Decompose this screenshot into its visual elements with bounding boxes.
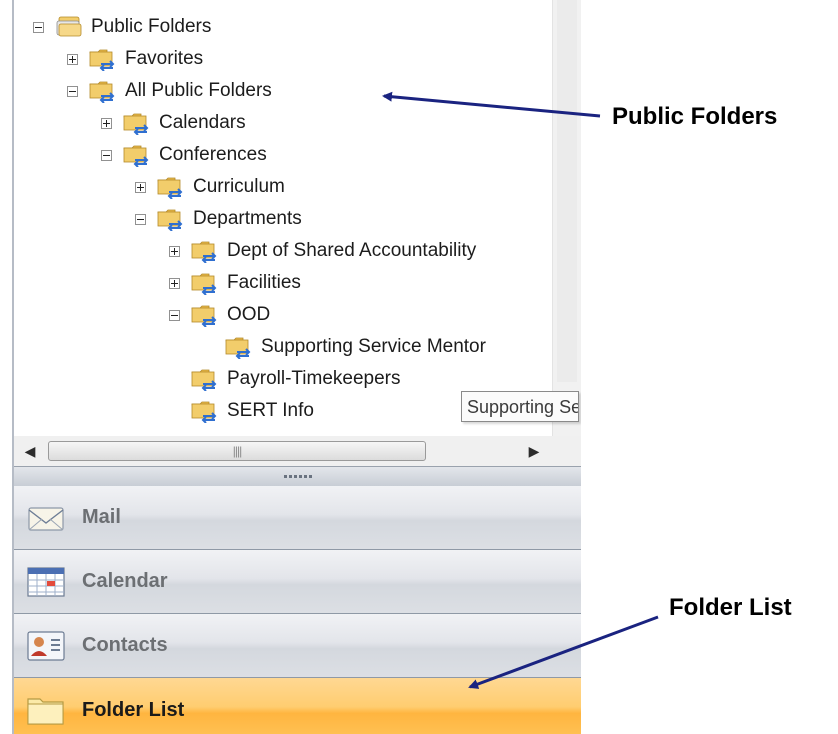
tree-node[interactable]: Calendars — [101, 108, 246, 138]
nav-button-label: Mail — [82, 506, 121, 528]
tree-node[interactable]: Conferences — [101, 140, 267, 170]
folder-list-callout: Folder List — [669, 594, 792, 621]
mail-icon — [24, 498, 68, 538]
nav-button-label: Calendar — [82, 570, 168, 592]
nav-button-contacts[interactable]: Contacts — [14, 614, 581, 678]
splitter-grip-icon — [283, 475, 312, 478]
collapse-minus-icon[interactable] — [33, 21, 44, 33]
tree-node-label: All Public Folders — [125, 80, 272, 101]
public-folder-icon — [89, 47, 117, 72]
tree-node[interactable]: Dept of Shared Accountability — [169, 236, 476, 266]
public-folder-icon — [89, 79, 117, 104]
tree-node-label: Departments — [193, 208, 302, 229]
expand-plus-icon[interactable] — [135, 181, 146, 193]
tree-node-label: Dept of Shared Accountability — [227, 240, 477, 261]
tree-node-label: SERT Info — [227, 400, 314, 421]
expand-plus-icon[interactable] — [169, 245, 180, 257]
tree-node[interactable]: All Public Folders — [67, 76, 272, 106]
calendar-icon — [24, 562, 68, 602]
public-folder-icon — [225, 335, 253, 360]
public-folder-icon — [191, 303, 219, 328]
expand-plus-icon[interactable] — [67, 53, 78, 65]
tree-node-label: Supporting Service Mentor — [261, 336, 486, 357]
tree-node-label: Calendars — [159, 112, 246, 133]
public-folder-icon — [191, 367, 219, 392]
scroll-left-arrow-icon[interactable]: ◀ — [16, 436, 44, 466]
public-folders-root-icon — [55, 15, 83, 39]
nav-button-label: Contacts — [82, 634, 168, 656]
nav-button-mail[interactable]: Mail — [14, 486, 581, 550]
tree-node[interactable]: Facilities — [169, 268, 301, 298]
public-folder-icon — [191, 271, 219, 296]
collapse-minus-icon[interactable] — [101, 149, 112, 161]
expand-plus-icon[interactable] — [169, 277, 180, 289]
public-folder-icon — [191, 399, 219, 424]
tree-node[interactable]: Departments — [135, 204, 302, 234]
public-folder-icon — [191, 239, 219, 264]
tree-node-label: Curriculum — [193, 176, 285, 197]
tree-node[interactable]: Curriculum — [135, 172, 285, 202]
tree-node[interactable]: Public Folders — [33, 12, 211, 42]
folder-tooltip: Supporting Service Mentor — [461, 391, 579, 422]
contacts-icon — [24, 626, 68, 666]
expand-plus-icon[interactable] — [101, 117, 112, 129]
scrollbar-corner — [552, 436, 581, 466]
public-folder-icon — [123, 143, 151, 168]
navigation-pane: Public Folders Favorites All Public Folder… — [0, 0, 581, 734]
vertical-scroll-thumb[interactable] — [557, 0, 577, 382]
folder-list-icon — [24, 690, 68, 730]
horizontal-scrollbar[interactable]: ◀ |||| ▶ — [14, 436, 552, 466]
tree-node-label: OOD — [227, 304, 271, 325]
scroll-right-arrow-icon[interactable]: ▶ — [520, 436, 548, 466]
public-folder-icon — [157, 175, 185, 200]
collapse-minus-icon[interactable] — [135, 213, 146, 225]
grip-icon: |||| — [232, 444, 243, 458]
vertical-scrollbar[interactable] — [552, 0, 581, 436]
nav-button-calendar[interactable]: Calendar — [14, 550, 581, 614]
folder-tree: Public Folders Favorites All Public Folder… — [14, 0, 554, 436]
nav-button-label: Folder List — [82, 698, 185, 721]
tree-node-label: Facilities — [227, 272, 301, 293]
tree-node-label: Payroll-Timekeepers — [227, 368, 401, 389]
horizontal-scroll-thumb[interactable]: |||| — [48, 441, 426, 461]
public-folder-icon — [157, 207, 185, 232]
public-folders-callout: Public Folders — [612, 103, 778, 130]
tree-node[interactable]: Payroll-Timekeepers — [169, 364, 401, 394]
tree-node[interactable]: OOD — [169, 300, 270, 330]
collapse-minus-icon[interactable] — [169, 309, 180, 321]
tree-node-label: Favorites — [125, 48, 204, 69]
nav-button-folder-list[interactable]: Folder List — [14, 678, 581, 734]
tree-node[interactable]: SERT Info — [169, 396, 314, 426]
tree-node[interactable]: Favorites — [67, 44, 203, 74]
collapse-minus-icon[interactable] — [67, 85, 78, 97]
pane-splitter[interactable] — [14, 466, 581, 486]
tree-node[interactable]: Supporting Service Mentor — [203, 332, 486, 362]
tree-node-label: Conferences — [159, 144, 267, 165]
public-folder-icon — [123, 111, 151, 136]
tree-node-label: Public Folders — [91, 16, 212, 37]
